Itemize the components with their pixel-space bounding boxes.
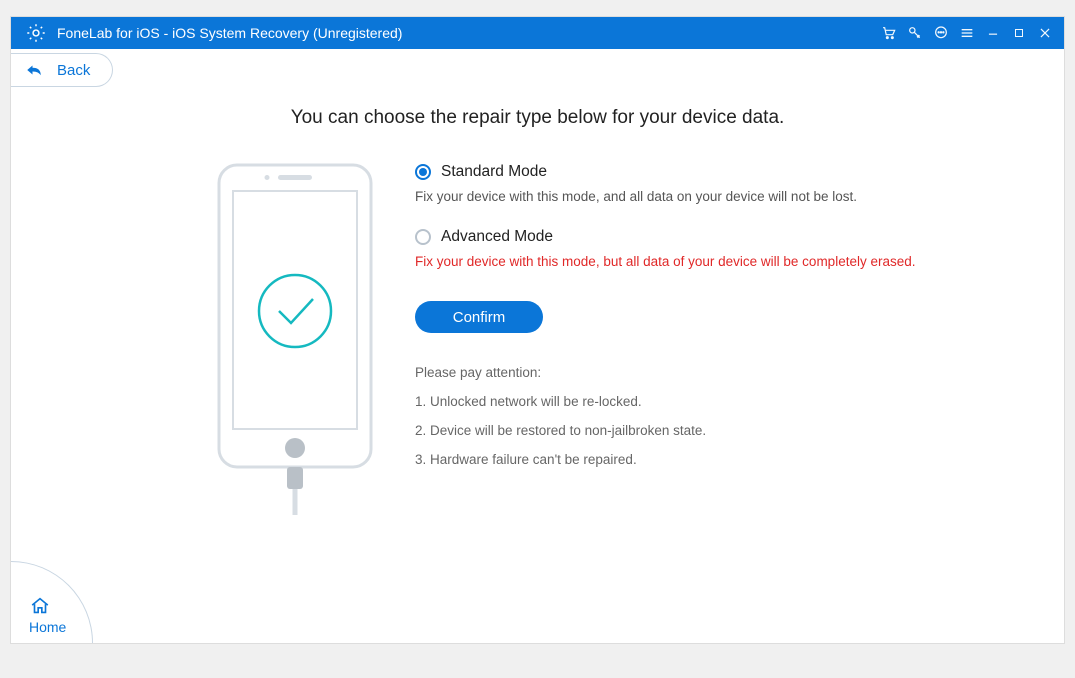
chat-icon[interactable] [928,17,954,49]
home-button[interactable]: Home [11,561,93,643]
back-button[interactable]: Back [11,53,113,87]
app-window: FoneLab for iOS - iOS System Recovery (U… [10,16,1065,644]
standard-mode-radio[interactable]: Standard Mode [415,163,1004,181]
radio-selected-icon [415,164,431,180]
close-button[interactable] [1032,17,1058,49]
key-icon[interactable] [902,17,928,49]
standard-mode-desc: Fix your device with this mode, and all … [415,189,1004,204]
menu-icon[interactable] [954,17,980,49]
content-area: Back You can choose the repair type belo… [11,49,1064,643]
home-icon [29,595,51,617]
confirm-button[interactable]: Confirm [415,301,543,333]
back-arrow-icon [25,63,43,77]
titlebar: FoneLab for iOS - iOS System Recovery (U… [11,17,1064,49]
back-label: Back [57,62,90,79]
standard-mode-label: Standard Mode [441,163,547,181]
attention-item: 3. Hardware failure can't be repaired. [415,452,1004,467]
radio-unselected-icon [415,229,431,245]
advanced-mode-desc: Fix your device with this mode, but all … [415,254,1004,269]
repair-options: Standard Mode Fix your device with this … [415,161,1004,521]
app-title: FoneLab for iOS - iOS System Recovery (U… [57,25,402,41]
home-label: Home [29,619,66,635]
attention-item: 1. Unlocked network will be re-locked. [415,394,1004,409]
device-illustration [215,161,375,521]
confirm-label: Confirm [453,309,506,326]
page-heading: You can choose the repair type below for… [11,107,1064,129]
gear-icon [25,22,47,44]
maximize-button[interactable] [1006,17,1032,49]
advanced-mode-radio[interactable]: Advanced Mode [415,228,1004,246]
advanced-mode-label: Advanced Mode [441,228,553,246]
attention-heading: Please pay attention: [415,365,1004,380]
attention-item: 2. Device will be restored to non-jailbr… [415,423,1004,438]
cart-icon[interactable] [876,17,902,49]
minimize-button[interactable] [980,17,1006,49]
